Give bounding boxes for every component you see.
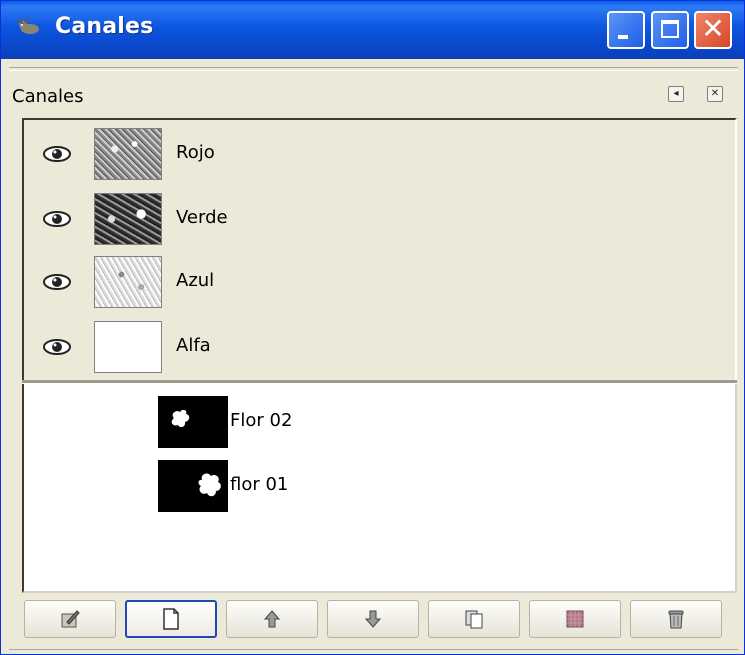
saved-selection-list: Flor 02 flor 01 <box>22 384 737 593</box>
title-bar[interactable]: Canales ✕ <box>1 1 744 59</box>
channel-row-rojo[interactable]: Rojo <box>24 124 735 184</box>
close-button[interactable]: ✕ <box>694 11 732 49</box>
canales-window: Canales ✕ Canales ◂ ✕ Rojo Verde Azul Al… <box>0 0 745 655</box>
channel-thumbnail <box>94 128 162 180</box>
channel-thumbnail <box>94 193 162 245</box>
delete-channel-button[interactable] <box>630 600 722 638</box>
channel-thumbnail <box>94 256 162 308</box>
dock-tab-title: Canales <box>12 86 84 107</box>
selection-thumbnail <box>158 460 228 512</box>
delete-channel-icon <box>668 610 684 629</box>
selection-row-flor-02[interactable]: Flor 02 <box>158 396 458 450</box>
edit-channel-button[interactable] <box>24 600 116 638</box>
channel-label: Verde <box>176 207 228 228</box>
edit-channel-icon <box>61 610 80 628</box>
duplicate-channel-icon <box>465 610 483 629</box>
window-title: Canales <box>55 14 154 39</box>
channel-row-alfa[interactable]: Alfa <box>24 317 735 377</box>
close-icon: ✕ <box>701 12 725 45</box>
bottom-divider <box>9 649 738 650</box>
selection-label: flor 01 <box>230 474 289 495</box>
dock-close-icon[interactable]: ✕ <box>707 86 723 102</box>
channel-list: Rojo Verde Azul Alfa <box>22 118 737 380</box>
maximize-icon <box>661 20 679 38</box>
duplicate-channel-button[interactable] <box>428 600 520 638</box>
channel-label: Azul <box>176 270 215 291</box>
raise-channel-button[interactable] <box>226 600 318 638</box>
new-channel-icon <box>163 608 179 630</box>
channel-row-verde[interactable]: Verde <box>24 189 735 249</box>
selection-row-flor-01[interactable]: flor 01 <box>158 460 458 514</box>
channel-toolbar <box>22 600 737 642</box>
channel-label: Alfa <box>176 335 211 356</box>
dock-grip[interactable] <box>9 67 738 71</box>
minimize-icon <box>618 35 628 39</box>
channel-to-selection-button[interactable] <box>529 600 621 638</box>
new-channel-button[interactable] <box>125 600 217 638</box>
channel-label: Rojo <box>176 142 215 163</box>
raise-channel-icon <box>263 610 281 628</box>
minimize-button[interactable] <box>607 11 645 49</box>
eye-icon[interactable] <box>42 209 72 229</box>
selection-thumbnail <box>158 396 228 448</box>
maximize-button[interactable] <box>651 11 689 49</box>
channel-to-selection-icon <box>566 610 584 628</box>
selection-label: Flor 02 <box>230 410 293 431</box>
dock-menu-icon[interactable]: ◂ <box>668 86 684 102</box>
lower-channel-button[interactable] <box>327 600 419 638</box>
eye-icon[interactable] <box>42 337 72 357</box>
eye-icon[interactable] <box>42 144 72 164</box>
channel-row-azul[interactable]: Azul <box>24 252 735 312</box>
wilber-icon <box>16 17 39 34</box>
channel-thumbnail <box>94 321 162 373</box>
lower-channel-icon <box>364 610 382 628</box>
eye-icon[interactable] <box>42 272 72 292</box>
